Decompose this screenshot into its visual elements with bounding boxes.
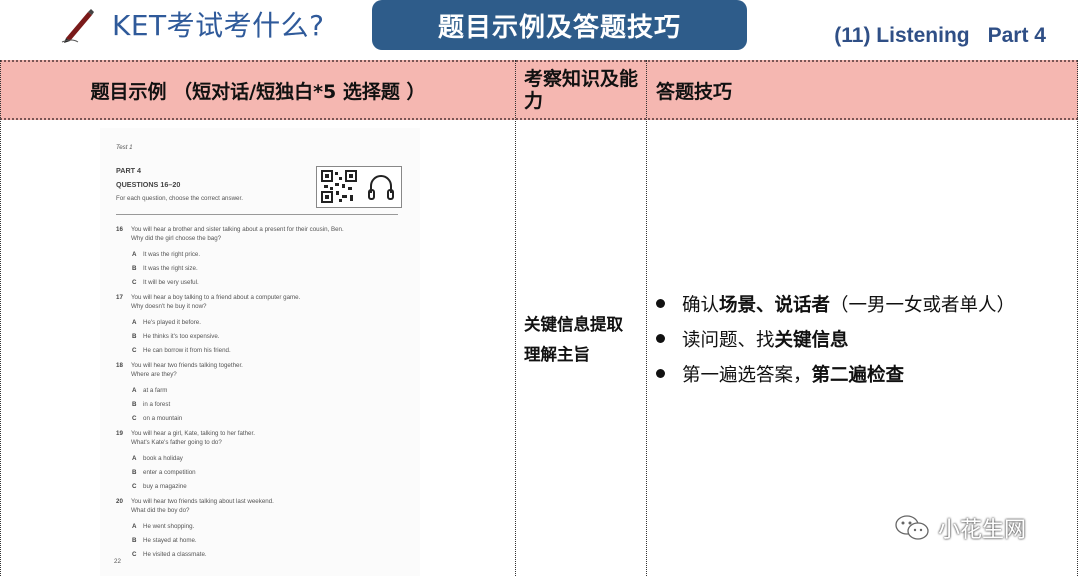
header-knowledge: 考察知识及能力 — [524, 68, 639, 112]
question-text: What did the boy do? — [131, 507, 190, 514]
watermark: 小花生网 — [894, 512, 1026, 544]
table-right-border — [1077, 60, 1078, 576]
question-prompt: You will hear two friends talking about … — [131, 498, 274, 505]
pen-icon — [61, 9, 94, 43]
column-divider — [515, 60, 516, 576]
option-text: He visited a classmate. — [143, 551, 207, 558]
option-letter: B — [132, 469, 137, 476]
qr-code-icon — [321, 170, 357, 204]
question-prompt: You will hear a girl, Kate, talking to h… — [131, 430, 255, 437]
option-letter: B — [132, 401, 137, 408]
option-letter: A — [132, 523, 137, 530]
option-letter: A — [132, 251, 137, 258]
watermark-text: 小花生网 — [938, 518, 1027, 543]
bullet-icon — [656, 299, 665, 308]
question-number: 17 — [116, 294, 123, 301]
option-letter: C — [132, 347, 137, 354]
question-prompt: You will hear a brother and sister talki… — [131, 226, 344, 233]
page-number: 22 — [114, 558, 121, 565]
knowledge-cell: 关键信息提取 理解主旨 — [524, 310, 642, 370]
question-text: What's Kate's father going to do? — [131, 439, 222, 446]
option-letter: A — [132, 319, 137, 326]
option-letter: C — [132, 483, 137, 490]
option-letter: C — [132, 279, 137, 286]
option-text: buy a magazine — [143, 483, 187, 490]
option-text: It was the right price. — [143, 251, 201, 258]
test-label: Test 1 — [116, 144, 133, 151]
section-banner: 题目示例及答题技巧 — [372, 0, 747, 50]
question-number: 19 — [116, 430, 123, 437]
option-letter: C — [132, 551, 137, 558]
option-letter: C — [132, 415, 137, 422]
option-text: on a mountain — [143, 415, 183, 422]
header-example: 题目示例 （短对话/短独白*5 选择题 ） — [90, 80, 426, 103]
wechat-icon — [895, 515, 929, 540]
bullet-icon — [656, 334, 665, 343]
section-divider — [116, 214, 398, 215]
option-letter: A — [132, 387, 137, 394]
option-text: He's played it before. — [143, 319, 201, 326]
question-prompt: You will hear two friends talking togeth… — [131, 362, 243, 369]
option-text: at a farm — [143, 387, 168, 394]
table-left-border — [0, 60, 1, 576]
table-header-row: 题目示例 （短对话/短独白*5 选择题 ） 考察知识及能力 答题技巧 — [0, 60, 1078, 120]
option-text: He went shopping. — [143, 523, 195, 530]
tip-text: 确认场景、说话者（一男一女或者单人） — [682, 294, 1016, 316]
question-text: Where are they? — [131, 371, 177, 378]
question-number: 20 — [116, 498, 123, 505]
question-number: 18 — [116, 362, 123, 369]
bullet-icon — [656, 369, 665, 378]
knowledge-item: 理解主旨 — [524, 345, 590, 364]
option-text: book a holiday — [143, 455, 183, 462]
question-text: Why did the girl choose the bag? — [131, 235, 222, 242]
section-label: (11) Listening Part 4 — [834, 24, 1046, 48]
option-letter: A — [132, 455, 137, 462]
section-number: (11) Listening — [834, 24, 970, 47]
question-prompt: You will hear a boy talking to a friend … — [131, 294, 301, 301]
headphones-icon — [368, 175, 394, 200]
tip-item: 读问题、找关键信息 — [656, 321, 1066, 356]
instruction-text: For each question, choose the correct an… — [116, 195, 243, 202]
option-text: He thinks it's too expensive. — [143, 333, 220, 340]
questions-range: QUESTIONS 16–20 — [116, 180, 181, 189]
option-letter: B — [132, 537, 137, 544]
column-divider — [646, 60, 647, 576]
tip-text: 读问题、找关键信息 — [682, 329, 849, 351]
part-label: Part 4 — [987, 24, 1046, 47]
option-text: He stayed at home. — [143, 537, 197, 544]
tip-item: 确认场景、说话者（一男一女或者单人） — [656, 286, 1066, 321]
header-tips: 答题技巧 — [656, 80, 733, 103]
question-text: Why doesn't he buy it now? — [131, 303, 207, 310]
tips-cell: 确认场景、说话者（一男一女或者单人） 读问题、找关键信息 第一遍选答案，第二遍检… — [656, 286, 1066, 391]
qr-box — [316, 166, 402, 208]
tip-text: 第一遍选答案，第二遍检查 — [682, 364, 905, 386]
option-text: enter a competition — [143, 469, 196, 476]
option-letter: B — [132, 265, 137, 272]
page-title: KET考试考什么? — [112, 9, 325, 42]
option-text: He can borrow it from his friend. — [143, 347, 231, 354]
option-text: in a forest — [143, 401, 171, 408]
part-heading: PART 4 — [116, 166, 142, 175]
knowledge-item: 关键信息提取 — [524, 315, 623, 334]
option-text: It was the right size. — [143, 265, 198, 272]
option-letter: B — [132, 333, 137, 340]
option-text: It will be very useful. — [143, 279, 199, 286]
exam-page-scan: Test 1 PART 4 QUESTIONS 16–20 For each q… — [100, 128, 420, 576]
question-number: 16 — [116, 226, 123, 233]
page-header: KET考试考什么? 题目示例及答题技巧 (11) Listening Part 4 — [0, 0, 1080, 58]
tip-item: 第一遍选答案，第二遍检查 — [656, 356, 1066, 391]
